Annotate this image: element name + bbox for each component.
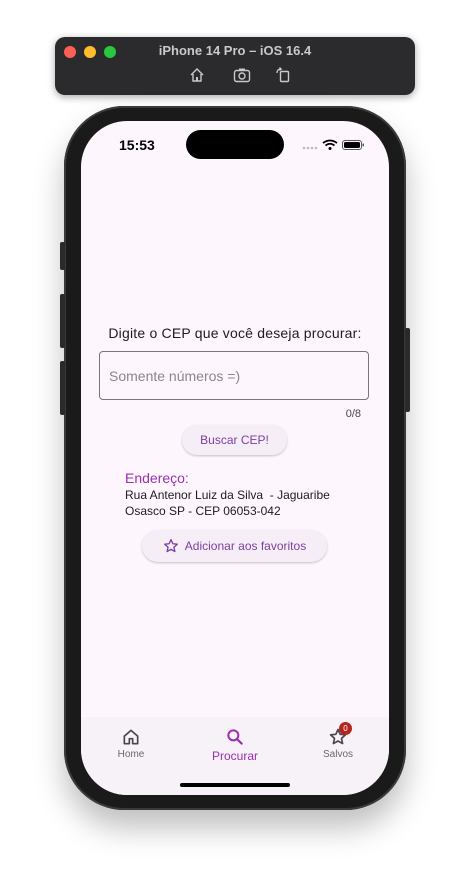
star-outline-icon: 0 (328, 722, 352, 747)
cep-prompt: Digite o CEP que você deseja procurar: (108, 325, 362, 341)
address-line-2: Osasco SP - CEP 06053-042 (125, 504, 281, 518)
address-title: Endereço: (125, 470, 189, 486)
status-icons (301, 138, 365, 150)
star-outline-icon (163, 538, 179, 554)
cep-input-container (99, 351, 369, 400)
nav-item-salvos[interactable]: 0 Salvos (293, 722, 383, 760)
volume-up-button (60, 294, 65, 348)
battery-icon (342, 140, 364, 150)
char-counter: 0/8 (345, 408, 361, 420)
rotate-icon[interactable] (275, 67, 293, 85)
address-line-1: Rua Antenor Luiz da Silva - Jaguaribe (125, 488, 330, 502)
power-button (405, 328, 410, 412)
app-screen: 15:53 Digite o CEP que você deseja procu… (81, 121, 389, 795)
simulator-title: iPhone 14 Pro – iOS 16.4 (158, 43, 312, 58)
home-icon (121, 727, 141, 747)
cep-input[interactable] (100, 352, 368, 399)
screenshot-icon[interactable] (233, 67, 251, 85)
nav-item-home[interactable]: Home (86, 727, 176, 760)
simulator-toolbar: iPhone 14 Pro – iOS 16.4 (55, 37, 415, 95)
mute-switch (60, 242, 65, 270)
home-indicator (180, 783, 290, 787)
nav-label-salvos: Salvos (322, 749, 353, 760)
search-icon (225, 727, 245, 747)
saved-count-badge: 0 (339, 722, 352, 735)
signal-icon (302, 146, 318, 150)
add-favorite-label: Adicionar aos favoritos (184, 539, 307, 553)
add-favorite-button[interactable]: Adicionar aos favoritos (142, 530, 327, 562)
nav-label-home: Home (117, 749, 145, 760)
volume-down-button (60, 361, 65, 415)
home-icon[interactable] (189, 67, 207, 85)
nav-label-procurar: Procurar (211, 749, 258, 763)
buscar-cep-button[interactable]: Buscar CEP! (182, 425, 287, 455)
dynamic-island (186, 130, 284, 159)
nav-item-procurar[interactable]: Procurar (190, 727, 280, 763)
status-time: 15:53 (119, 137, 155, 153)
wifi-icon (322, 139, 338, 150)
